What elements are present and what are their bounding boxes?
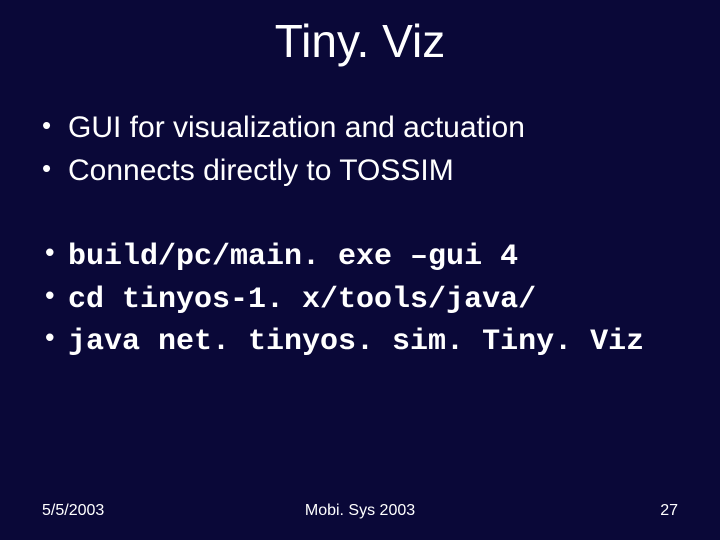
- slide-footer: 5/5/2003 Mobi. Sys 2003 27: [42, 502, 678, 520]
- slide: Tiny. Viz GUI for visualization and actu…: [0, 0, 720, 540]
- bullet-list-text: GUI for visualization and actuation Conn…: [42, 108, 678, 191]
- slide-title: Tiny. Viz: [0, 14, 720, 68]
- spacer: [42, 193, 678, 237]
- footer-page-number: 27: [660, 502, 678, 520]
- bullet-item: build/pc/main. exe –gui 4: [42, 237, 678, 278]
- footer-date: 5/5/2003: [42, 502, 104, 520]
- slide-body: GUI for visualization and actuation Conn…: [42, 108, 678, 365]
- bullet-item: cd tinyos-1. x/tools/java/: [42, 280, 678, 321]
- bullet-item: GUI for visualization and actuation: [42, 108, 678, 149]
- bullet-item: java net. tinyos. sim. Tiny. Viz: [42, 322, 678, 363]
- footer-venue: Mobi. Sys 2003: [42, 502, 678, 520]
- bullet-item: Connects directly to TOSSIM: [42, 151, 678, 192]
- bullet-list-code: build/pc/main. exe –gui 4 cd tinyos-1. x…: [42, 237, 678, 363]
